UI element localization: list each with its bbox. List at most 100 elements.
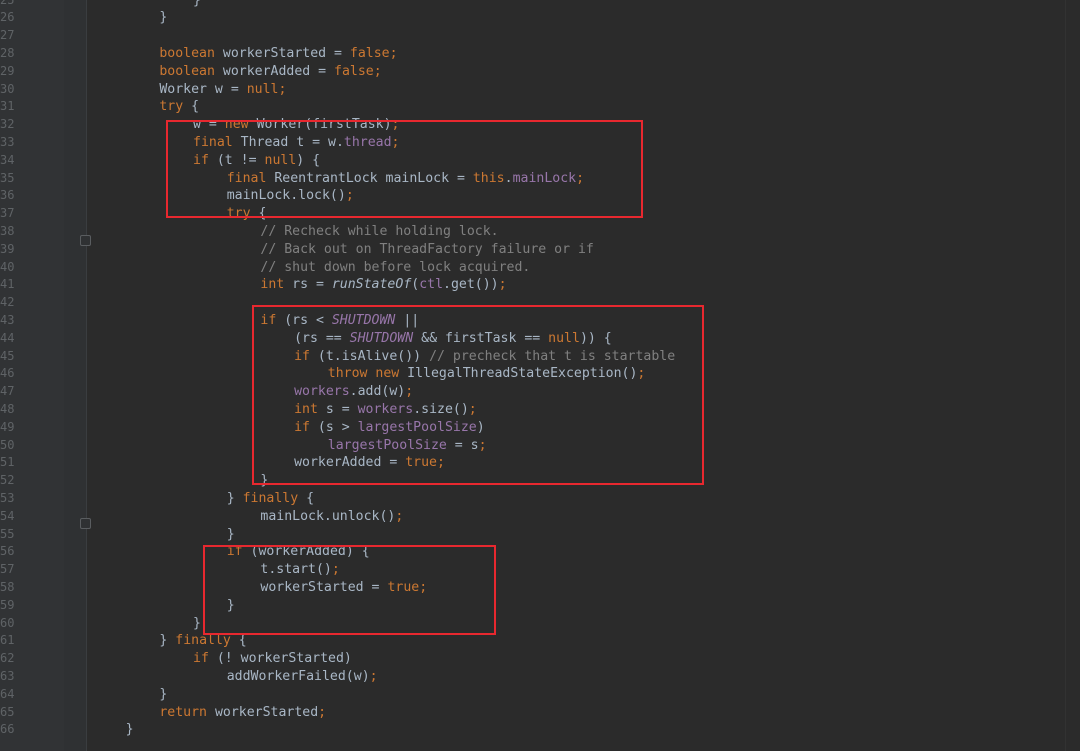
- line-number: 54: [0, 508, 14, 523]
- code-token: ;: [373, 63, 382, 79]
- code-token: ;: [498, 277, 507, 293]
- line-number: 45: [0, 348, 14, 363]
- fold-marker-icon[interactable]: [80, 518, 91, 529]
- code-token: {: [230, 633, 247, 649]
- line-number: 63: [0, 668, 14, 683]
- line-number: 53: [0, 490, 14, 505]
- line-number: 46: [0, 366, 14, 381]
- line-number: 62: [0, 651, 14, 666]
- code-token: boolean: [159, 63, 215, 79]
- code-token: addWorkerFailed(w): [226, 668, 370, 684]
- state-check-box: [252, 305, 704, 485]
- line-number: 30: [0, 81, 14, 96]
- code-editor[interactable]: 2526 27 28 29 30 31 32 33 34 35 36 37 38 39 40 41 42 43 44…: [0, 0, 1080, 751]
- code-token: rs =: [284, 277, 332, 293]
- code-token: {: [298, 490, 315, 506]
- code-token: false: [334, 63, 374, 79]
- code-token: ;: [369, 668, 378, 684]
- line-number: 35: [0, 170, 14, 185]
- line-number: 32: [0, 117, 14, 132]
- code-line[interactable]: } finally {: [227, 490, 314, 508]
- line-number: 57: [0, 562, 14, 577]
- line-number: 48: [0, 401, 14, 416]
- code-line[interactable]: try {: [159, 98, 199, 116]
- code-line[interactable]: boolean workerStarted = false;: [159, 45, 397, 63]
- code-token: false: [349, 45, 390, 61]
- code-line[interactable]: Worker w = null;: [159, 81, 286, 99]
- fold-gutter: [64, 0, 87, 751]
- line-number: 39: [0, 241, 14, 256]
- code-line[interactable]: }: [159, 9, 167, 27]
- code-token: {: [183, 99, 200, 115]
- code-token: .get()): [443, 277, 499, 293]
- line-number: 58: [0, 579, 14, 594]
- code-token: finally: [175, 633, 231, 649]
- code-token: }: [226, 526, 235, 542]
- code-line[interactable]: }: [193, 615, 201, 633]
- line-number: 56: [0, 544, 14, 559]
- line-number: 64: [0, 686, 14, 701]
- code-token: ;: [318, 704, 327, 720]
- code-line[interactable]: }: [227, 526, 235, 544]
- line-number: 59: [0, 597, 14, 612]
- code-line[interactable]: addWorkerFailed(w);: [227, 668, 378, 686]
- code-line[interactable]: // Back out on ThreadFactory failure or …: [260, 241, 593, 259]
- code-token: }: [159, 10, 168, 26]
- code-token: }: [159, 686, 168, 702]
- line-number: 61: [0, 633, 14, 648]
- code-line[interactable]: // shut down before lock acquired.: [260, 259, 530, 277]
- line-number: 43: [0, 312, 14, 327]
- line-number: 49: [0, 419, 14, 434]
- code-token: ctl: [419, 277, 444, 293]
- code-token: null: [246, 81, 279, 97]
- code-token: }: [125, 722, 134, 738]
- line-number: 27: [0, 28, 14, 43]
- line-number: 65: [0, 704, 14, 719]
- code-line[interactable]: int rs = runStateOf(ctl.get());: [260, 276, 506, 294]
- code-line[interactable]: }: [193, 0, 201, 9]
- code-token: }: [159, 633, 176, 649]
- code-token: }: [193, 615, 201, 631]
- code-token: workerStarted =: [214, 45, 350, 61]
- code-token: ;: [278, 81, 287, 97]
- code-token: }: [226, 490, 243, 506]
- line-number: 25: [0, 0, 14, 9]
- code-token: int: [260, 277, 285, 293]
- vertical-scrollbar[interactable]: [1065, 0, 1080, 751]
- line-number: 34: [0, 152, 14, 167]
- line-number: 38: [0, 223, 14, 238]
- line-number: 40: [0, 259, 14, 274]
- line-number: 41: [0, 277, 14, 292]
- code-token: // shut down before lock acquired.: [260, 259, 531, 275]
- line-number: 44: [0, 330, 14, 345]
- code-token: }: [193, 0, 201, 8]
- line-number: 37: [0, 206, 14, 221]
- line-number: 31: [0, 99, 14, 114]
- line-number: 36: [0, 188, 14, 203]
- line-number-gutter: 2526 27 28 29 30 31 32 33 34 35 36 37 38 39 40 41 42 43 44…: [0, 0, 64, 751]
- line-number: 52: [0, 473, 14, 488]
- code-line[interactable]: mainLock.unlock();: [260, 508, 403, 526]
- fold-marker-icon[interactable]: [80, 235, 91, 246]
- line-number: 26: [0, 10, 14, 25]
- code-line[interactable]: if (! workerStarted): [193, 650, 352, 668]
- code-token: Worker w =: [159, 81, 247, 97]
- code-token: finally: [242, 490, 299, 506]
- code-token: return: [159, 704, 207, 720]
- worker-creation-box: [166, 120, 643, 218]
- code-line[interactable]: }: [126, 721, 134, 739]
- line-number: 66: [0, 722, 14, 737]
- code-line[interactable]: // Recheck while holding lock.: [260, 223, 498, 241]
- code-token: runStateOf: [331, 277, 412, 293]
- code-token: if: [193, 651, 209, 667]
- code-token: try: [159, 99, 184, 115]
- line-number: 33: [0, 134, 14, 149]
- code-token: workerStarted: [207, 704, 319, 720]
- code-token: mainLock.unlock(): [260, 508, 396, 524]
- line-number: 42: [0, 295, 14, 310]
- code-line[interactable]: }: [159, 686, 167, 704]
- code-token: workerAdded =: [214, 63, 335, 79]
- code-line[interactable]: return workerStarted;: [159, 704, 326, 722]
- code-line[interactable]: boolean workerAdded = false;: [159, 63, 381, 81]
- line-number: 47: [0, 384, 14, 399]
